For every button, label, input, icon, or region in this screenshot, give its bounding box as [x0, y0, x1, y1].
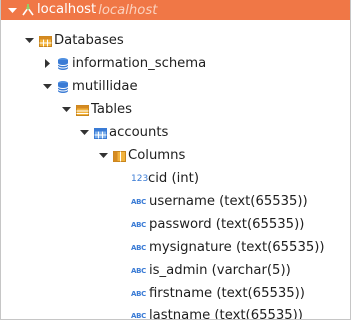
database-label: information_schema: [72, 55, 207, 71]
tree-item-information-schema[interactable]: information_schema: [1, 52, 350, 75]
text-type-icon: ABC: [131, 243, 146, 252]
chevron-down-icon[interactable]: [24, 35, 35, 46]
schema-tree: localhost localhost Databases informatio…: [0, 0, 351, 320]
server-connection-icon: [21, 3, 35, 17]
chevron-right-icon[interactable]: [42, 58, 53, 69]
tables-folder-icon: [75, 103, 89, 117]
tree-item-accounts[interactable]: accounts: [1, 121, 350, 144]
databases-folder-icon: [38, 34, 52, 48]
text-type-icon: ABC: [131, 311, 146, 320]
chevron-down-icon[interactable]: [42, 81, 53, 92]
column-item-username[interactable]: ABC username (text(65535)): [1, 190, 350, 213]
text-type-icon: ABC: [131, 266, 146, 275]
tree-item-databases[interactable]: Databases: [1, 29, 350, 52]
columns-label: Columns: [128, 147, 186, 163]
column-label: lastname (text(65535)): [149, 307, 303, 320]
column-label: password (text(65535)): [149, 216, 305, 232]
tree-item-tables[interactable]: Tables: [1, 98, 350, 121]
table-label: accounts: [109, 124, 169, 140]
column-label: username (text(65535)): [149, 193, 308, 209]
tables-label: Tables: [91, 101, 132, 117]
text-type-icon: ABC: [131, 220, 146, 229]
column-item-cid[interactable]: 123 cid (int): [1, 167, 350, 190]
server-label: localhost: [37, 2, 97, 17]
column-item-password[interactable]: ABC password (text(65535)): [1, 213, 350, 236]
tree-item-columns[interactable]: Columns: [1, 144, 350, 167]
column-label: cid (int): [148, 170, 199, 186]
text-type-icon: ABC: [131, 197, 146, 206]
column-label: mysignature (text(65535)): [149, 239, 325, 255]
chevron-down-icon[interactable]: [7, 5, 18, 16]
column-label: is_admin (varchar(5)): [149, 262, 291, 278]
columns-folder-icon: [112, 149, 126, 163]
column-item-firstname[interactable]: ABC firstname (text(65535)): [1, 282, 350, 305]
column-item-mysignature[interactable]: ABC mysignature (text(65535)): [1, 236, 350, 259]
text-type-icon: ABC: [131, 289, 146, 298]
databases-label: Databases: [54, 32, 124, 48]
chevron-down-icon[interactable]: [98, 150, 109, 161]
database-label: mutillidae: [72, 78, 138, 94]
database-icon: [56, 80, 70, 94]
server-sublabel: localhost: [98, 2, 158, 18]
column-item-lastname[interactable]: ABC lastname (text(65535)): [1, 304, 350, 320]
tree-item-mutillidae[interactable]: mutillidae: [1, 75, 350, 98]
database-icon: [56, 57, 70, 71]
tree-item-server[interactable]: localhost localhost: [1, 0, 350, 20]
numeric-type-icon: 123: [131, 173, 149, 184]
column-label: firstname (text(65535)): [149, 285, 305, 301]
chevron-down-icon[interactable]: [61, 104, 72, 115]
chevron-down-icon[interactable]: [79, 127, 90, 138]
table-icon: [93, 126, 107, 140]
column-item-is-admin[interactable]: ABC is_admin (varchar(5)): [1, 259, 350, 282]
